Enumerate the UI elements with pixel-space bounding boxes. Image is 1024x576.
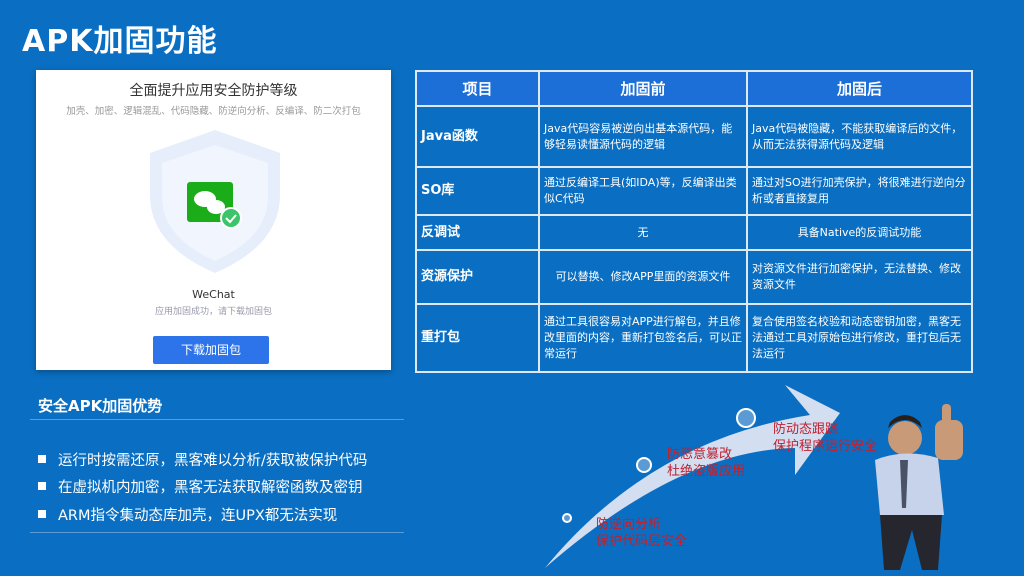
step-dot-icon xyxy=(562,513,572,523)
row-item: Java函数 xyxy=(415,105,540,168)
row-after: 复合使用签名校验和动态密钥加密，黑客无法通过工具对原始包进行修改，重打包后无法运… xyxy=(746,303,973,373)
shield-icon xyxy=(150,130,280,273)
row-before: Java代码容易被逆向出基本源代码，能够轻易读懂源代码的逻辑 xyxy=(538,105,748,168)
step-dot-icon xyxy=(636,457,652,473)
app-name: WeChat xyxy=(192,288,235,301)
card-subtitle: 加壳、加密、逻辑混乱、代码隐藏、防逆向分析、反编译、防二次打包 xyxy=(66,106,361,117)
comparison-table: 项目 加固前 加固后 Java函数 Java代码容易被逆向出基本源代码，能够轻易… xyxy=(415,70,973,373)
row-item: 资源保护 xyxy=(415,249,540,305)
header-item: 项目 xyxy=(415,70,540,107)
row-after: 对资源文件进行加密保护，无法替换、修改资源文件 xyxy=(746,249,973,305)
row-item: 重打包 xyxy=(415,303,540,373)
download-package-button[interactable]: 下载加固包 xyxy=(153,336,269,364)
check-icon xyxy=(220,207,242,229)
row-after: Java代码被隐藏，不能获取编译后的文件，从而无法获得源代码及逻辑 xyxy=(746,105,973,168)
advantages-heading: 安全APK加固优势 xyxy=(38,397,163,415)
row-before: 无 xyxy=(538,214,748,251)
step-1-label: 防逆向分析 保护代码层安全 xyxy=(596,517,688,549)
advantage-text: ARM指令集动态库加壳，连UPX都无法实现 xyxy=(58,508,338,524)
row-before: 通过工具很容易对APP进行解包，并且修改里面的内容，重新打包签名后，可以正常运行 xyxy=(538,303,748,373)
hardening-status: 应用加固成功，请下载加固包 xyxy=(154,307,272,317)
step-dot-icon xyxy=(736,408,756,428)
businessman-thumbs-up-icon xyxy=(875,404,963,570)
table-row: 资源保护 可以替换、修改APP里面的资源文件 对资源文件进行加密保护，无法替换、… xyxy=(415,249,973,305)
step-2-label: 防恶意篡改 杜绝盗版应用 xyxy=(667,447,746,479)
advantage-item: 运行时按需还原，黑客难以分析/获取被保护代码 xyxy=(38,449,367,470)
hardening-preview-card: 全面提升应用安全防护等级 加壳、加密、逻辑混乱、代码隐藏、防逆向分析、反编译、防… xyxy=(36,70,391,370)
table-header-row: 项目 加固前 加固后 xyxy=(415,70,973,107)
advantage-item: 在虚拟机内加密，黑客无法获取解密函数及密钥 xyxy=(38,476,363,497)
step-3-label: 防动态跟踪 保护程序运行安全 xyxy=(773,422,878,454)
row-item: SO库 xyxy=(415,166,540,216)
advantage-item: ARM指令集动态库加壳，连UPX都无法实现 xyxy=(38,504,337,525)
table-row: 反调试 无 具备Native的反调试功能 xyxy=(415,214,973,251)
row-after: 具备Native的反调试功能 xyxy=(746,214,973,251)
header-before: 加固前 xyxy=(538,70,748,107)
divider xyxy=(30,532,404,533)
row-after: 通过对SO进行加壳保护，将很难进行逆向分析或者直接复用 xyxy=(746,166,973,216)
row-before: 可以替换、修改APP里面的资源文件 xyxy=(538,249,748,305)
advantage-text: 运行时按需还原，黑客难以分析/获取被保护代码 xyxy=(58,453,368,469)
divider xyxy=(30,419,404,420)
table-row: Java函数 Java代码容易被逆向出基本源代码，能够轻易读懂源代码的逻辑 Ja… xyxy=(415,105,973,168)
card-heading: 全面提升应用安全防护等级 xyxy=(129,83,298,99)
table-row: 重打包 通过工具很容易对APP进行解包，并且修改里面的内容，重新打包签名后，可以… xyxy=(415,303,973,373)
bullet-icon xyxy=(38,455,46,463)
header-after: 加固后 xyxy=(746,70,973,107)
row-item: 反调试 xyxy=(415,214,540,251)
advantage-text: 在虚拟机内加密，黑客无法获取解密函数及密钥 xyxy=(58,480,363,496)
table-row: SO库 通过反编译工具(如IDA)等，反编译出类似C代码 通过对SO进行加壳保护… xyxy=(415,166,973,216)
row-before: 通过反编译工具(如IDA)等，反编译出类似C代码 xyxy=(538,166,748,216)
bullet-icon xyxy=(38,482,46,490)
page-title: APK加固功能 xyxy=(22,24,218,59)
bullet-icon xyxy=(38,510,46,518)
